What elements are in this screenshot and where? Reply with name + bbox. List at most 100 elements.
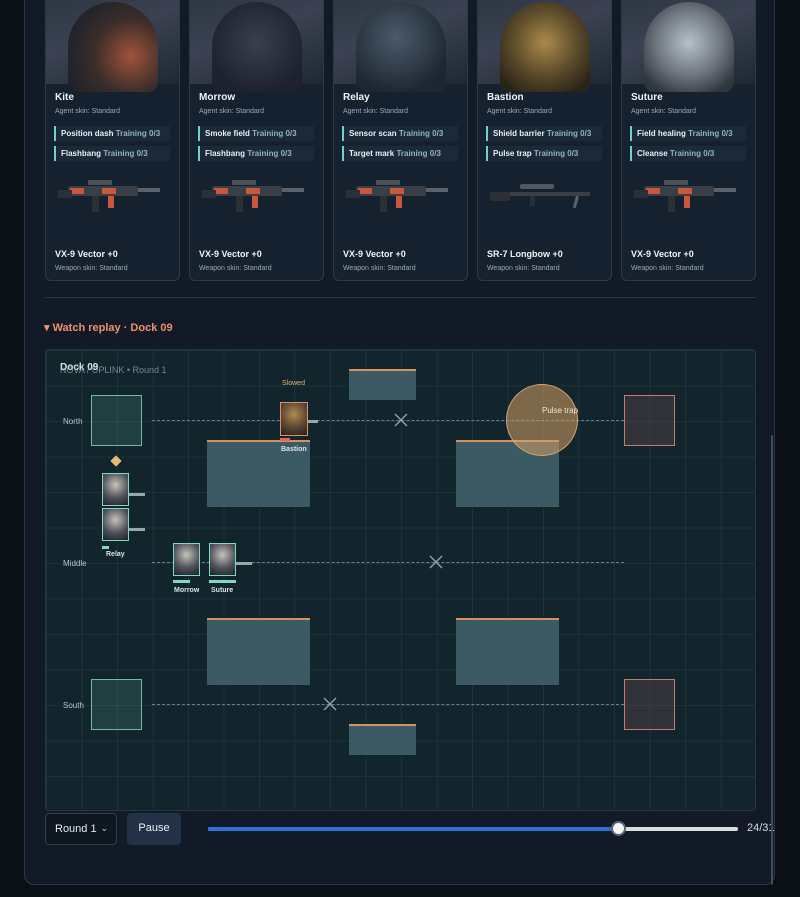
replay-toggle[interactable]: ▾ Watch replay · Dock 09: [44, 321, 173, 334]
unit-suture[interactable]: [209, 543, 236, 576]
health-bar: [280, 438, 290, 441]
pause-button[interactable]: Pause: [127, 813, 181, 845]
unit-label-bastion: Bastion: [281, 446, 307, 453]
agent-portrait: [46, 0, 179, 92]
agent-cards: Kite Agent skin: Standard Position dash …: [45, 0, 756, 281]
ability-name: Pulse trap: [493, 149, 532, 158]
ability-name: Flashbang: [61, 149, 102, 158]
agent-card-kite[interactable]: Kite Agent skin: Standard Position dash …: [45, 0, 180, 281]
round-select-value: Round 1: [55, 823, 97, 835]
agent-loadout-panel: Kite Agent skin: Standard Position dash …: [24, 0, 775, 885]
ability-training: Training 0/3: [115, 129, 161, 138]
agent-name: Bastion: [487, 92, 524, 103]
agent-skin: Agent skin: Standard: [55, 108, 120, 115]
agent-portrait: [478, 0, 611, 92]
weapon-icon: [308, 420, 318, 423]
cover-block: [456, 618, 559, 685]
weapon-icon: [129, 493, 145, 496]
enemy-spawn-north: [624, 395, 675, 446]
ability-name: Flashbang: [205, 149, 246, 158]
weapon-skin: Weapon skin: Standard: [631, 265, 704, 272]
ability-row[interactable]: Smoke field Training 0/3: [198, 126, 314, 141]
weapon-skin: Weapon skin: Standard: [343, 265, 416, 272]
ability-row[interactable]: Flashbang Training 0/3: [198, 146, 314, 161]
weapon-name: VX-9 Vector +0: [343, 249, 406, 259]
ability-row[interactable]: Sensor scan Training 0/3: [342, 126, 458, 141]
health-bar: [209, 580, 236, 583]
ability-training: Training 0/3: [252, 129, 297, 138]
replay-map[interactable]: Dock 09 NOVA / UPLINK • Round 1 North Mi…: [45, 349, 756, 811]
objective-diamond-icon: [110, 455, 122, 467]
scrollbar[interactable]: [771, 435, 773, 885]
ability-row[interactable]: Pulse trap Training 0/3: [486, 146, 602, 161]
objective-x-icon: [429, 555, 443, 569]
ability-training: Training 0/3: [396, 149, 441, 158]
weapon-icon: [236, 562, 252, 565]
ability-row[interactable]: Target mark Training 0/3: [342, 146, 458, 161]
health-bar: [102, 546, 109, 549]
agent-portrait: [622, 0, 755, 92]
ability-name: Position dash: [61, 129, 114, 138]
chevron-down-icon: ⌄: [100, 823, 108, 833]
lane-label-north: North: [63, 417, 83, 426]
scrubber-progress: [208, 827, 619, 831]
health-bar: [173, 580, 190, 583]
smg-icon: [58, 180, 160, 212]
ability-training: Training 0/3: [533, 149, 579, 158]
ability-row[interactable]: Field healing Training 0/3: [630, 126, 746, 141]
ability-training: Training 0/3: [546, 129, 592, 138]
status-slowed: Slowed: [282, 380, 305, 387]
lane-label-middle: Middle: [63, 559, 87, 568]
ability-training: Training 0/3: [669, 149, 715, 158]
round-select[interactable]: Round 1 ⌄: [45, 813, 117, 845]
ability-row[interactable]: Position dash Training 0/3: [54, 126, 170, 141]
weapon-icon: [129, 528, 145, 531]
ability-name: Shield barrier: [493, 129, 545, 138]
pulse-trap-area: [506, 384, 578, 456]
ability-name: Sensor scan: [349, 129, 397, 138]
agent-card-bastion[interactable]: Bastion Agent skin: Standard Shield barr…: [477, 0, 612, 281]
agent-name: Suture: [631, 92, 663, 103]
agent-card-morrow[interactable]: Morrow Agent skin: Standard Smoke field …: [189, 0, 324, 281]
lane-label-south: South: [63, 701, 84, 710]
match-info: NOVA / UPLINK • Round 1: [60, 365, 167, 375]
ally-spawn-north: [91, 395, 142, 446]
pulse-trap-label: Pulse trap: [542, 406, 579, 415]
weapon-name: SR-7 Longbow +0: [487, 249, 563, 259]
unit-morrow[interactable]: [173, 543, 200, 576]
ability-row[interactable]: Flashbang Training 0/3: [54, 146, 170, 161]
unit-bastion[interactable]: [280, 402, 308, 436]
lane-path-south: [152, 704, 624, 705]
cover-block: [349, 724, 416, 755]
replay-controls: Round 1 ⌄ Pause 24/31: [45, 813, 775, 845]
replay-scrubber[interactable]: [208, 821, 738, 836]
enemy-spawn-south: [624, 679, 675, 730]
ability-row[interactable]: Shield barrier Training 0/3: [486, 126, 602, 141]
agent-skin: Agent skin: Standard: [487, 108, 552, 115]
ability-name: Target mark: [349, 149, 395, 158]
agent-card-suture[interactable]: Suture Agent skin: Standard Field healin…: [621, 0, 756, 281]
weapon-name: VX-9 Vector +0: [631, 249, 694, 259]
ability-training: Training 0/3: [398, 129, 444, 138]
ability-name: Field healing: [637, 129, 686, 138]
sniper-rifle-icon: [490, 184, 590, 209]
agent-card-relay[interactable]: Relay Agent skin: Standard Sensor scan T…: [333, 0, 468, 281]
weapon-skin: Weapon skin: Standard: [55, 265, 128, 272]
agent-skin: Agent skin: Standard: [631, 108, 696, 115]
ability-name: Cleanse: [637, 149, 668, 158]
smg-icon: [634, 180, 736, 212]
scrubber-handle[interactable]: [611, 821, 627, 836]
agent-name: Morrow: [199, 92, 236, 103]
unit-label-suture: Suture: [211, 587, 234, 594]
cover-block: [207, 618, 310, 685]
unit-relay[interactable]: [102, 508, 129, 541]
ability-training: Training 0/3: [103, 149, 148, 158]
agent-name: Kite: [55, 92, 74, 103]
smg-icon: [346, 180, 448, 212]
ability-training: Training 0/3: [247, 149, 292, 158]
section-divider: [45, 297, 756, 298]
agent-skin: Agent skin: Standard: [343, 108, 408, 115]
ability-row[interactable]: Cleanse Training 0/3: [630, 146, 746, 161]
weapon-skin: Weapon skin: Standard: [487, 265, 560, 272]
unit-kite[interactable]: [102, 473, 129, 506]
